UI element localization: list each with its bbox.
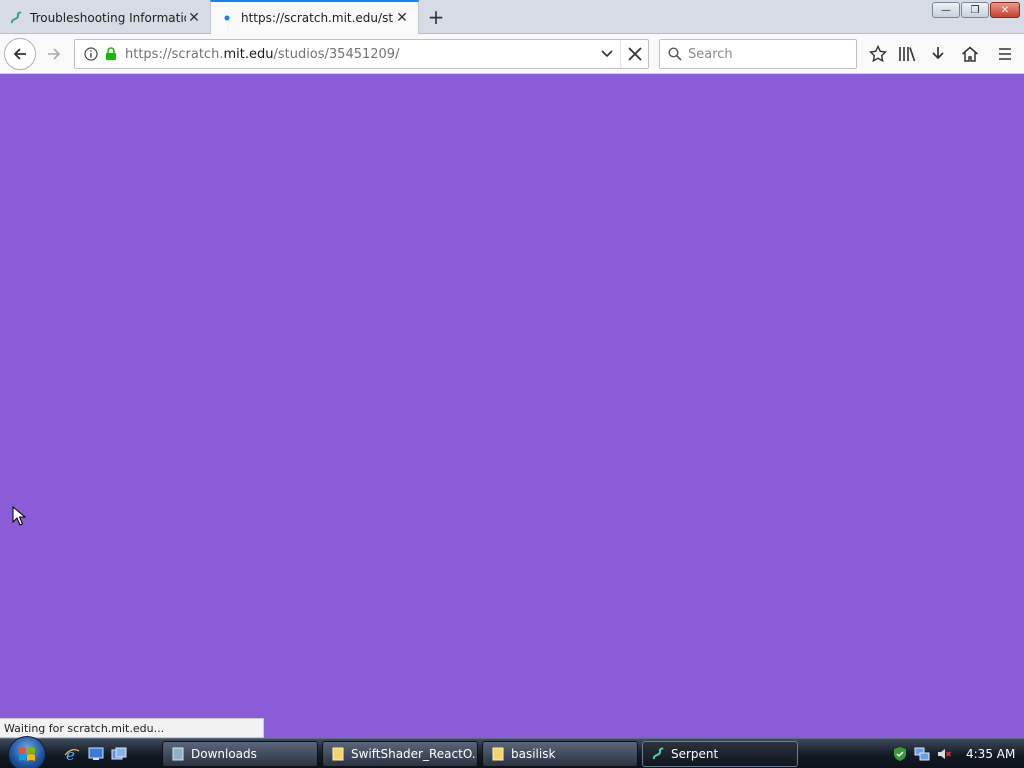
forward-button[interactable] xyxy=(38,38,70,70)
url-history-dropdown-icon[interactable] xyxy=(594,40,620,68)
tab-close-icon[interactable]: ✕ xyxy=(186,10,202,26)
url-host: mit.edu xyxy=(223,46,274,62)
close-window-button[interactable]: ✕ xyxy=(990,2,1020,18)
minimize-button[interactable]: — xyxy=(932,2,960,18)
volume-muted-icon[interactable] xyxy=(936,746,952,762)
back-arrow-icon xyxy=(13,48,26,60)
taskbar-item-label: Downloads xyxy=(191,747,257,761)
serpent-icon xyxy=(652,747,664,760)
info-icon[interactable] xyxy=(83,46,99,62)
taskbar-item-swiftshader[interactable]: SwiftShader_ReactO... xyxy=(322,741,478,767)
taskbar-item-serpent[interactable]: Serpent xyxy=(642,741,798,767)
tab-troubleshooting[interactable]: Troubleshooting Information ✕ xyxy=(0,1,210,34)
taskbar-item-label: SwiftShader_ReactO... xyxy=(351,747,478,761)
maximize-button[interactable]: ❐ xyxy=(961,2,989,18)
internet-explorer-icon[interactable]: e xyxy=(63,745,81,763)
menu-hamburger-icon[interactable] xyxy=(991,40,1019,68)
tab-scratch[interactable]: https://scratch.mit.edu/studios/35451209… xyxy=(210,0,419,34)
forward-arrow-icon xyxy=(48,48,61,60)
svg-text:e: e xyxy=(66,746,75,762)
folder-icon xyxy=(332,747,344,761)
stop-loading-icon[interactable] xyxy=(620,40,648,68)
search-bar[interactable] xyxy=(659,39,857,69)
secure-lock-icon[interactable] xyxy=(103,46,119,62)
tab-title: Troubleshooting Information xyxy=(30,10,186,25)
taskbar: e Downloads SwiftShader_ReactO... basili… xyxy=(0,736,1024,768)
mouse-cursor-icon xyxy=(12,505,27,529)
taskbar-item-basilisk[interactable]: basilisk xyxy=(482,741,638,767)
security-shield-icon[interactable] xyxy=(892,746,908,762)
switch-windows-icon[interactable] xyxy=(110,745,128,763)
back-button[interactable] xyxy=(4,38,36,70)
serpent-favicon-icon xyxy=(8,10,24,26)
library-icon[interactable] xyxy=(893,40,921,68)
url-path: /studios/35451209/ xyxy=(273,46,400,62)
url-text[interactable]: https://scratch.mit.edu/studios/35451209… xyxy=(125,47,594,62)
tab-title: https://scratch.mit.edu/studios/35451209… xyxy=(241,11,394,25)
system-tray: 4:35 AM xyxy=(884,739,1024,768)
tab-close-icon[interactable]: ✕ xyxy=(394,10,410,26)
network-icon[interactable] xyxy=(914,746,930,762)
start-button[interactable] xyxy=(8,736,46,768)
folder-icon xyxy=(172,747,184,761)
taskbar-item-downloads[interactable]: Downloads xyxy=(162,741,318,767)
taskbar-item-label: Serpent xyxy=(671,747,719,761)
taskbar-item-label: basilisk xyxy=(511,747,556,761)
search-input[interactable] xyxy=(688,46,848,62)
window-controls: — ❐ ✕ xyxy=(932,2,1020,18)
show-desktop-icon[interactable] xyxy=(87,745,105,763)
search-icon xyxy=(668,47,682,61)
downloads-icon[interactable] xyxy=(924,40,952,68)
home-icon[interactable] xyxy=(956,40,984,68)
loading-dot-icon xyxy=(219,10,235,26)
tab-strip: Troubleshooting Information ✕ https://sc… xyxy=(0,0,1024,34)
navigation-toolbar: https://scratch.mit.edu/studios/35451209… xyxy=(0,34,1024,74)
windows-logo-icon xyxy=(19,747,35,761)
clock[interactable]: 4:35 AM xyxy=(966,747,1015,761)
status-bar: Waiting for scratch.mit.edu... xyxy=(0,718,264,738)
page-content xyxy=(0,74,1024,738)
url-bar[interactable]: https://scratch.mit.edu/studios/35451209… xyxy=(74,39,649,69)
new-tab-button[interactable]: + xyxy=(424,5,448,29)
folder-icon xyxy=(492,747,504,761)
url-prefix: https://scratch. xyxy=(125,46,224,62)
bookmark-star-icon[interactable] xyxy=(864,40,892,68)
